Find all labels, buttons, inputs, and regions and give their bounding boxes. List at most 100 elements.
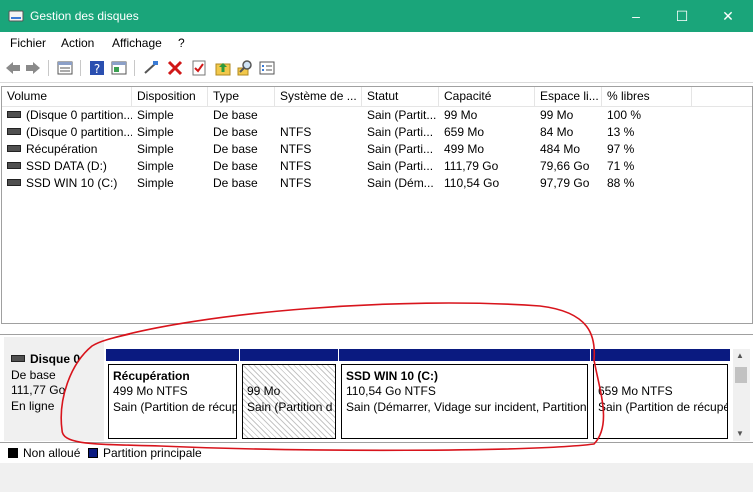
delete-icon[interactable] [166,59,184,77]
toolbar: ? [0,54,753,83]
menu-help[interactable]: ? [178,36,185,50]
volume-status: Sain (Parti... [367,142,434,156]
partition-size: 499 Mo NTFS [113,384,188,398]
volume-filesystem: NTFS [280,142,312,156]
unallocated-swatch [8,448,18,458]
column-header-free-space[interactable]: Espace li... [535,87,602,106]
list-icon[interactable] [258,59,276,77]
volume-capacity: 110,54 Go [444,176,500,190]
search-icon[interactable] [236,59,254,77]
menu-fichier[interactable]: Fichier [10,36,46,50]
drive-icon [7,162,21,170]
column-header-status[interactable]: Statut [362,87,439,106]
partition-size: 99 Mo [247,384,281,398]
drive-icon [7,145,21,153]
volume-percent-free: 13 % [607,125,635,139]
partition-name: Récupération [113,369,190,383]
drive-icon [7,179,21,187]
partition-size: 110,54 Go NTFS [346,384,436,398]
column-header-filesystem[interactable]: Système de ... [275,87,362,106]
folder-up-icon[interactable] [214,59,232,77]
legend-bar: Non alloué Partition principale [0,442,753,464]
volume-name: SSD WIN 10 (C:) [26,176,118,190]
volume-status: Sain (Dém... [367,176,434,190]
disk-type: De base [11,368,56,382]
volume-capacity: 99 Mo [444,108,478,122]
column-header-disposition[interactable]: Disposition [132,87,208,106]
volume-filesystem [275,107,362,124]
connect-icon[interactable] [142,59,160,77]
column-header-type[interactable]: Type [208,87,275,106]
volume-status: Sain (Parti... [367,125,434,139]
disk-graphical-view: Disque 0 De base 111,77 Go En ligne Récu… [0,334,753,443]
volume-free-space: 99 Mo [540,108,574,122]
volume-percent-free: 100 % [607,108,642,122]
disk-size: 111,77 Go [11,383,66,397]
window-title: Gestion des disques [30,9,139,23]
volume-capacity: 111,79 Go [444,159,499,173]
table-row[interactable]: SSD WIN 10 (C:) Simple De base NTFS Sain… [2,175,752,192]
volume-list-header: Volume Disposition Type Système de ... S… [2,87,752,107]
volume-name: (Disque 0 partition... [26,125,132,139]
volume-disposition: Simple [137,142,174,156]
partition-size: 659 Mo NTFS [598,384,673,398]
toolbar-separator [48,60,49,76]
volume-free-space: 97,79 Go [540,176,590,190]
table-row[interactable]: (Disque 0 partition... Simple De base NT… [2,124,752,141]
properties-icon[interactable] [110,59,128,77]
volume-type: De base [213,142,258,156]
close-button[interactable]: ✕ [705,0,751,32]
disk-icon [11,355,25,363]
scroll-up-icon[interactable]: ▲ [736,351,744,360]
forward-icon[interactable] [24,59,42,77]
disk-status: En ligne [11,399,55,413]
partition-ssd-win10[interactable]: SSD WIN 10 (C:) 110,54 Go NTFS Sain (Dém… [339,349,590,441]
volume-capacity: 499 Mo [444,142,485,156]
table-row[interactable]: Récupération Simple De base NTFS Sain (P… [2,141,752,158]
disk-name: Disque 0 [30,352,81,366]
volume-type: De base [213,159,258,173]
help-icon[interactable]: ? [88,59,106,77]
toolbar-separator [134,60,135,76]
volume-name: Récupération [26,142,98,156]
volume-filesystem: NTFS [280,176,312,190]
drive-icon [7,128,21,136]
partition-type-bar [339,349,590,361]
disk-info-panel[interactable]: Disque 0 De base 111,77 Go En ligne [4,337,104,441]
menu-action[interactable]: Action [61,36,94,50]
volume-type: De base [213,108,258,122]
volume-disposition: Simple [137,108,174,122]
table-row[interactable]: (Disque 0 partition... Simple De base Sa… [2,107,752,124]
legend-unallocated: Non alloué [23,446,81,460]
partition-name: SSD WIN 10 (C:) [346,369,439,383]
table-row[interactable]: SSD DATA (D:) Simple De base NTFS Sain (… [2,158,752,175]
partition-status: Sain (Partition de récupé [598,400,728,414]
scrollbar-thumb[interactable] [735,367,747,383]
column-header-volume[interactable]: Volume [2,87,132,106]
toolbar-separator [80,60,81,76]
volume-filesystem: NTFS [280,125,312,139]
volume-capacity: 659 Mo [444,125,485,139]
back-icon[interactable] [4,59,22,77]
partition-efi[interactable]: 99 Mo Sain (Partition d [240,349,338,441]
disk-management-icon [8,10,24,22]
legend-primary-partition: Partition principale [103,446,202,460]
partition-recovery-2[interactable]: 659 Mo NTFS Sain (Partition de récupé [591,349,730,441]
check-icon[interactable] [190,59,208,77]
maximize-button[interactable]: ☐ [659,0,705,32]
view-icon[interactable] [56,59,74,77]
column-header-capacity[interactable]: Capacité [439,87,535,106]
volume-name: (Disque 0 partition... [26,108,132,122]
volume-percent-free: 97 % [607,142,635,156]
column-header-percent-free[interactable]: % libres [602,87,692,106]
minimize-button[interactable]: – [613,0,659,32]
menu-affichage[interactable]: Affichage [112,36,162,50]
volume-type: De base [213,125,258,139]
volume-percent-free: 88 % [607,176,635,190]
vertical-scrollbar[interactable]: ▲ ▼ [733,349,750,441]
scroll-down-icon[interactable]: ▼ [736,429,744,438]
partition-recovery[interactable]: Récupération 499 Mo NTFS Sain (Partition… [106,349,239,441]
partition-status: Sain (Partition d [247,400,333,414]
partition-type-bar [106,349,239,361]
volume-name: SSD DATA (D:) [26,159,107,173]
